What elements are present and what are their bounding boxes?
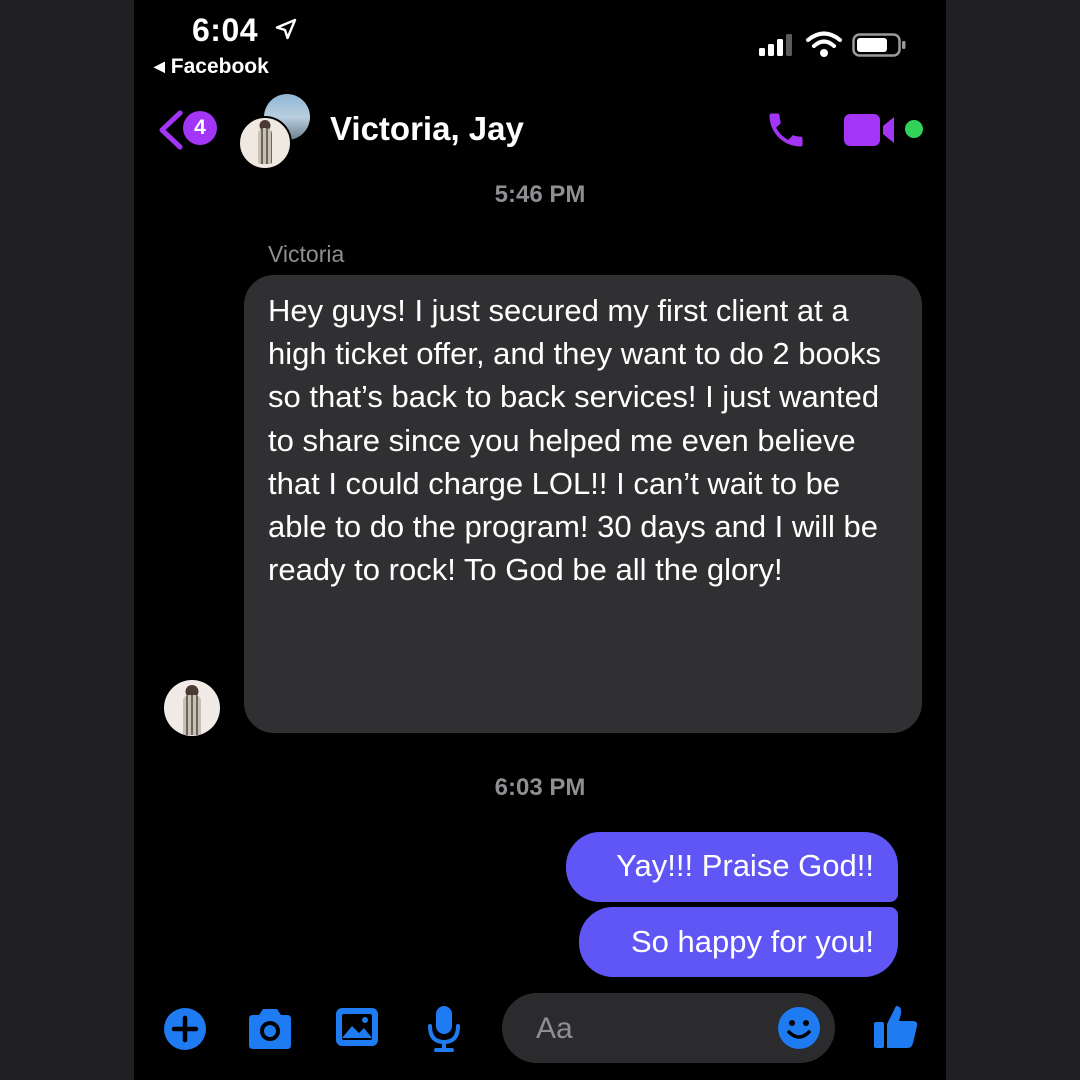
status-time: 6:04 (192, 12, 259, 48)
microphone-icon[interactable] (426, 1004, 462, 1054)
cellular-signal-icon (759, 34, 792, 56)
messenger-screen: 6:04 ◀ Facebook 4 Victoria, Jay 5:46 PM … (134, 0, 946, 1080)
incoming-message-bubble[interactable]: Hey guys! I just secured my first client… (244, 275, 922, 733)
emoji-icon[interactable] (776, 1005, 822, 1051)
photo-icon[interactable] (334, 1006, 380, 1048)
outgoing-message-bubble[interactable]: So happy for you! (579, 907, 898, 977)
status-bar: 6:04 ◀ Facebook (134, 0, 946, 90)
outgoing-message-bubble[interactable]: Yay!!! Praise God!! (566, 832, 898, 902)
back-to-app-link[interactable]: ◀ Facebook (154, 55, 269, 79)
phone-call-icon[interactable] (764, 108, 808, 152)
avatar-photo-figure (258, 128, 272, 164)
avatar-photo-figure (183, 695, 201, 735)
avatar-victoria[interactable] (238, 116, 292, 170)
back-triangle-icon: ◀ (154, 58, 165, 74)
plus-icon[interactable] (162, 1006, 208, 1052)
back-app-label: Facebook (170, 55, 269, 78)
message-timestamp: 5:46 PM (494, 181, 586, 208)
unread-count-badge[interactable]: 4 (183, 111, 217, 145)
camera-icon[interactable] (245, 1007, 295, 1051)
location-arrow-icon (275, 18, 297, 40)
back-chevron-icon[interactable] (156, 109, 186, 151)
incoming-message-text: Hey guys! I just secured my first client… (268, 293, 881, 588)
wifi-icon (806, 31, 842, 57)
thumbs-up-icon[interactable] (872, 1002, 920, 1050)
message-timestamp: 6:03 PM (494, 774, 586, 801)
message-input[interactable] (534, 1011, 758, 1047)
active-status-dot (905, 120, 923, 138)
video-call-icon[interactable] (844, 112, 900, 148)
conversation-header: 4 Victoria, Jay (134, 90, 946, 172)
message-composer (134, 990, 946, 1080)
conversation-title[interactable]: Victoria, Jay (330, 110, 524, 148)
sender-avatar[interactable] (164, 680, 220, 736)
sender-name: Victoria (268, 241, 345, 267)
battery-icon (852, 33, 906, 57)
message-input-container[interactable] (502, 993, 835, 1063)
